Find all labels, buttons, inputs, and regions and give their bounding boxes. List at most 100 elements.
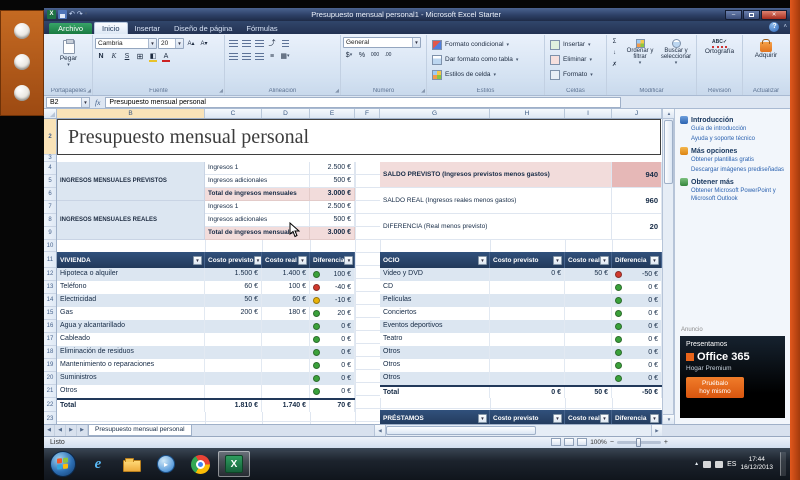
align-bottom-icon[interactable] <box>253 37 265 49</box>
cell[interactable]: Total <box>380 387 490 398</box>
column-header[interactable]: E <box>310 109 355 118</box>
cell[interactable]: Ingresos 1 <box>205 201 310 214</box>
cell[interactable] <box>205 333 262 346</box>
cell[interactable]: 1.810 € <box>205 400 262 412</box>
scrollbar-thumb[interactable] <box>386 426 536 435</box>
dropdown-icon[interactable] <box>148 39 156 48</box>
spreadsheet-grid[interactable]: Presupuesto mensual personal INGRESOS ME… <box>57 119 662 424</box>
fill-color-icon[interactable]: ◧ <box>147 50 159 62</box>
cell[interactable]: 20 <box>612 214 662 240</box>
tab-insertar[interactable]: Insertar <box>128 23 167 34</box>
cell[interactable]: Mantenimiento o reparaciones <box>57 359 205 372</box>
cell[interactable]: 100 € <box>310 268 355 281</box>
bold-button[interactable]: N <box>95 50 107 62</box>
normal-view-icon[interactable] <box>551 438 561 446</box>
column-header[interactable]: J <box>612 109 662 118</box>
find-select-button[interactable]: Buscar y seleccionar <box>658 37 694 85</box>
format-as-table-button[interactable]: Dar formato como tabla <box>429 52 542 67</box>
sort-filter-button[interactable]: Ordenar y filtrar <box>622 37 658 85</box>
page-break-view-icon[interactable] <box>577 438 587 446</box>
zoom-slider-thumb[interactable] <box>636 438 641 447</box>
cell[interactable]: Otros <box>380 372 490 385</box>
cell[interactable]: DIFERENCIA (Real menos previsto) <box>380 214 612 240</box>
cell[interactable]: 0 € <box>310 320 355 333</box>
shrink-font-icon[interactable]: A▾ <box>198 37 210 49</box>
horizontal-scrollbar[interactable] <box>374 424 662 436</box>
cell[interactable] <box>490 281 565 294</box>
cell[interactable]: Otros <box>57 385 205 398</box>
taskbar-item-ie[interactable] <box>82 451 114 477</box>
cell[interactable] <box>565 281 612 294</box>
scroll-left-icon[interactable] <box>375 425 386 436</box>
row-header[interactable]: 8 <box>44 214 56 227</box>
cell[interactable] <box>490 294 565 307</box>
cell[interactable]: 1.500 € <box>205 268 262 281</box>
conditional-format-button[interactable]: Formato condicional <box>429 37 542 52</box>
taskbar-item-chrome[interactable] <box>184 451 216 477</box>
row-header[interactable]: 19 <box>44 359 56 372</box>
cell[interactable]: Otros <box>380 359 490 372</box>
taskbar-clock[interactable]: 17:44 16/12/2013 <box>740 456 773 472</box>
font-color-icon[interactable]: A <box>160 50 172 62</box>
header-costo-real[interactable]: Costo real <box>565 410 612 424</box>
try-now-button[interactable]: Pruébalohoy mismo <box>686 377 744 398</box>
cell[interactable]: 3.000 € <box>310 188 355 201</box>
align-middle-icon[interactable] <box>240 37 252 49</box>
cell[interactable]: 0 € <box>612 307 662 320</box>
cell-styles-button[interactable]: Estilos de celda <box>429 67 542 82</box>
taskbar-item-explorer[interactable] <box>116 451 148 477</box>
tab-archivo[interactable]: Archivo <box>49 23 92 34</box>
cell[interactable] <box>565 346 612 359</box>
row-header[interactable]: 13 <box>44 281 56 294</box>
cell[interactable]: -40 € <box>310 281 355 294</box>
scrollbar-thumb[interactable] <box>664 120 673 184</box>
cell[interactable]: Otros <box>380 346 490 359</box>
cell[interactable]: 2.500 € <box>310 201 355 214</box>
row-header[interactable]: 2 <box>44 119 56 155</box>
cell[interactable]: 500 € <box>310 214 355 227</box>
fx-icon[interactable]: fx <box>92 98 103 107</box>
align-center-icon[interactable] <box>240 50 252 62</box>
cell[interactable] <box>490 359 565 372</box>
font-size-combo[interactable]: 20 <box>158 38 184 49</box>
underline-button[interactable]: S <box>121 50 133 62</box>
column-header[interactable]: B <box>57 109 205 118</box>
pane-link[interactable]: Obtener Microsoft PowerPoint y Microsoft… <box>691 188 785 203</box>
delete-cells-button[interactable]: Eliminar <box>547 52 604 67</box>
dialog-launcher-icon[interactable] <box>421 88 425 94</box>
pane-link[interactable]: Guía de introducción <box>691 126 785 134</box>
header-vivienda[interactable]: VIVIENDA <box>57 252 205 268</box>
income-block-label[interactable]: INGRESOS MENSUALES REALES <box>57 201 205 240</box>
increase-decimal-icon[interactable]: .00 <box>382 49 394 61</box>
tab-formulas[interactable]: Fórmulas <box>239 23 284 34</box>
dropdown-icon[interactable] <box>412 38 420 47</box>
cell[interactable] <box>490 320 565 333</box>
cell[interactable]: 60 € <box>262 294 310 307</box>
header-ocio[interactable]: OCIO <box>380 252 490 268</box>
cell[interactable]: Hipoteca o alquiler <box>57 268 205 281</box>
dialog-launcher-icon[interactable] <box>335 88 339 94</box>
cell[interactable]: 20 € <box>310 307 355 320</box>
next-sheet-icon[interactable] <box>66 425 77 436</box>
pane-link[interactable]: Obtener plantillas gratis <box>691 157 785 165</box>
cell[interactable] <box>262 320 310 333</box>
cell[interactable] <box>565 372 612 385</box>
cell[interactable] <box>565 294 612 307</box>
cell[interactable] <box>205 372 262 385</box>
cell[interactable]: 2.500 € <box>310 162 355 175</box>
filter-icon[interactable] <box>478 256 487 265</box>
cell[interactable] <box>205 359 262 372</box>
cell[interactable]: Conciertos <box>380 307 490 320</box>
cell[interactable]: 60 € <box>205 281 262 294</box>
cell[interactable] <box>262 333 310 346</box>
italic-button[interactable]: K <box>108 50 120 62</box>
row-header[interactable]: 14 <box>44 294 56 307</box>
cell[interactable]: Video y DVD <box>380 268 490 281</box>
filter-icon[interactable] <box>344 256 353 265</box>
spelling-button[interactable]: ABC✓ Ortografía <box>699 37 740 83</box>
name-box[interactable]: B2 <box>46 97 90 108</box>
header-costo-previsto[interactable]: Costo previsto <box>490 410 565 424</box>
cell[interactable]: 500 € <box>310 175 355 188</box>
office365-ad[interactable]: Presentamos Office 365 Hogar Premium Pru… <box>680 336 785 418</box>
indent-icon[interactable]: ≡ <box>266 50 278 62</box>
